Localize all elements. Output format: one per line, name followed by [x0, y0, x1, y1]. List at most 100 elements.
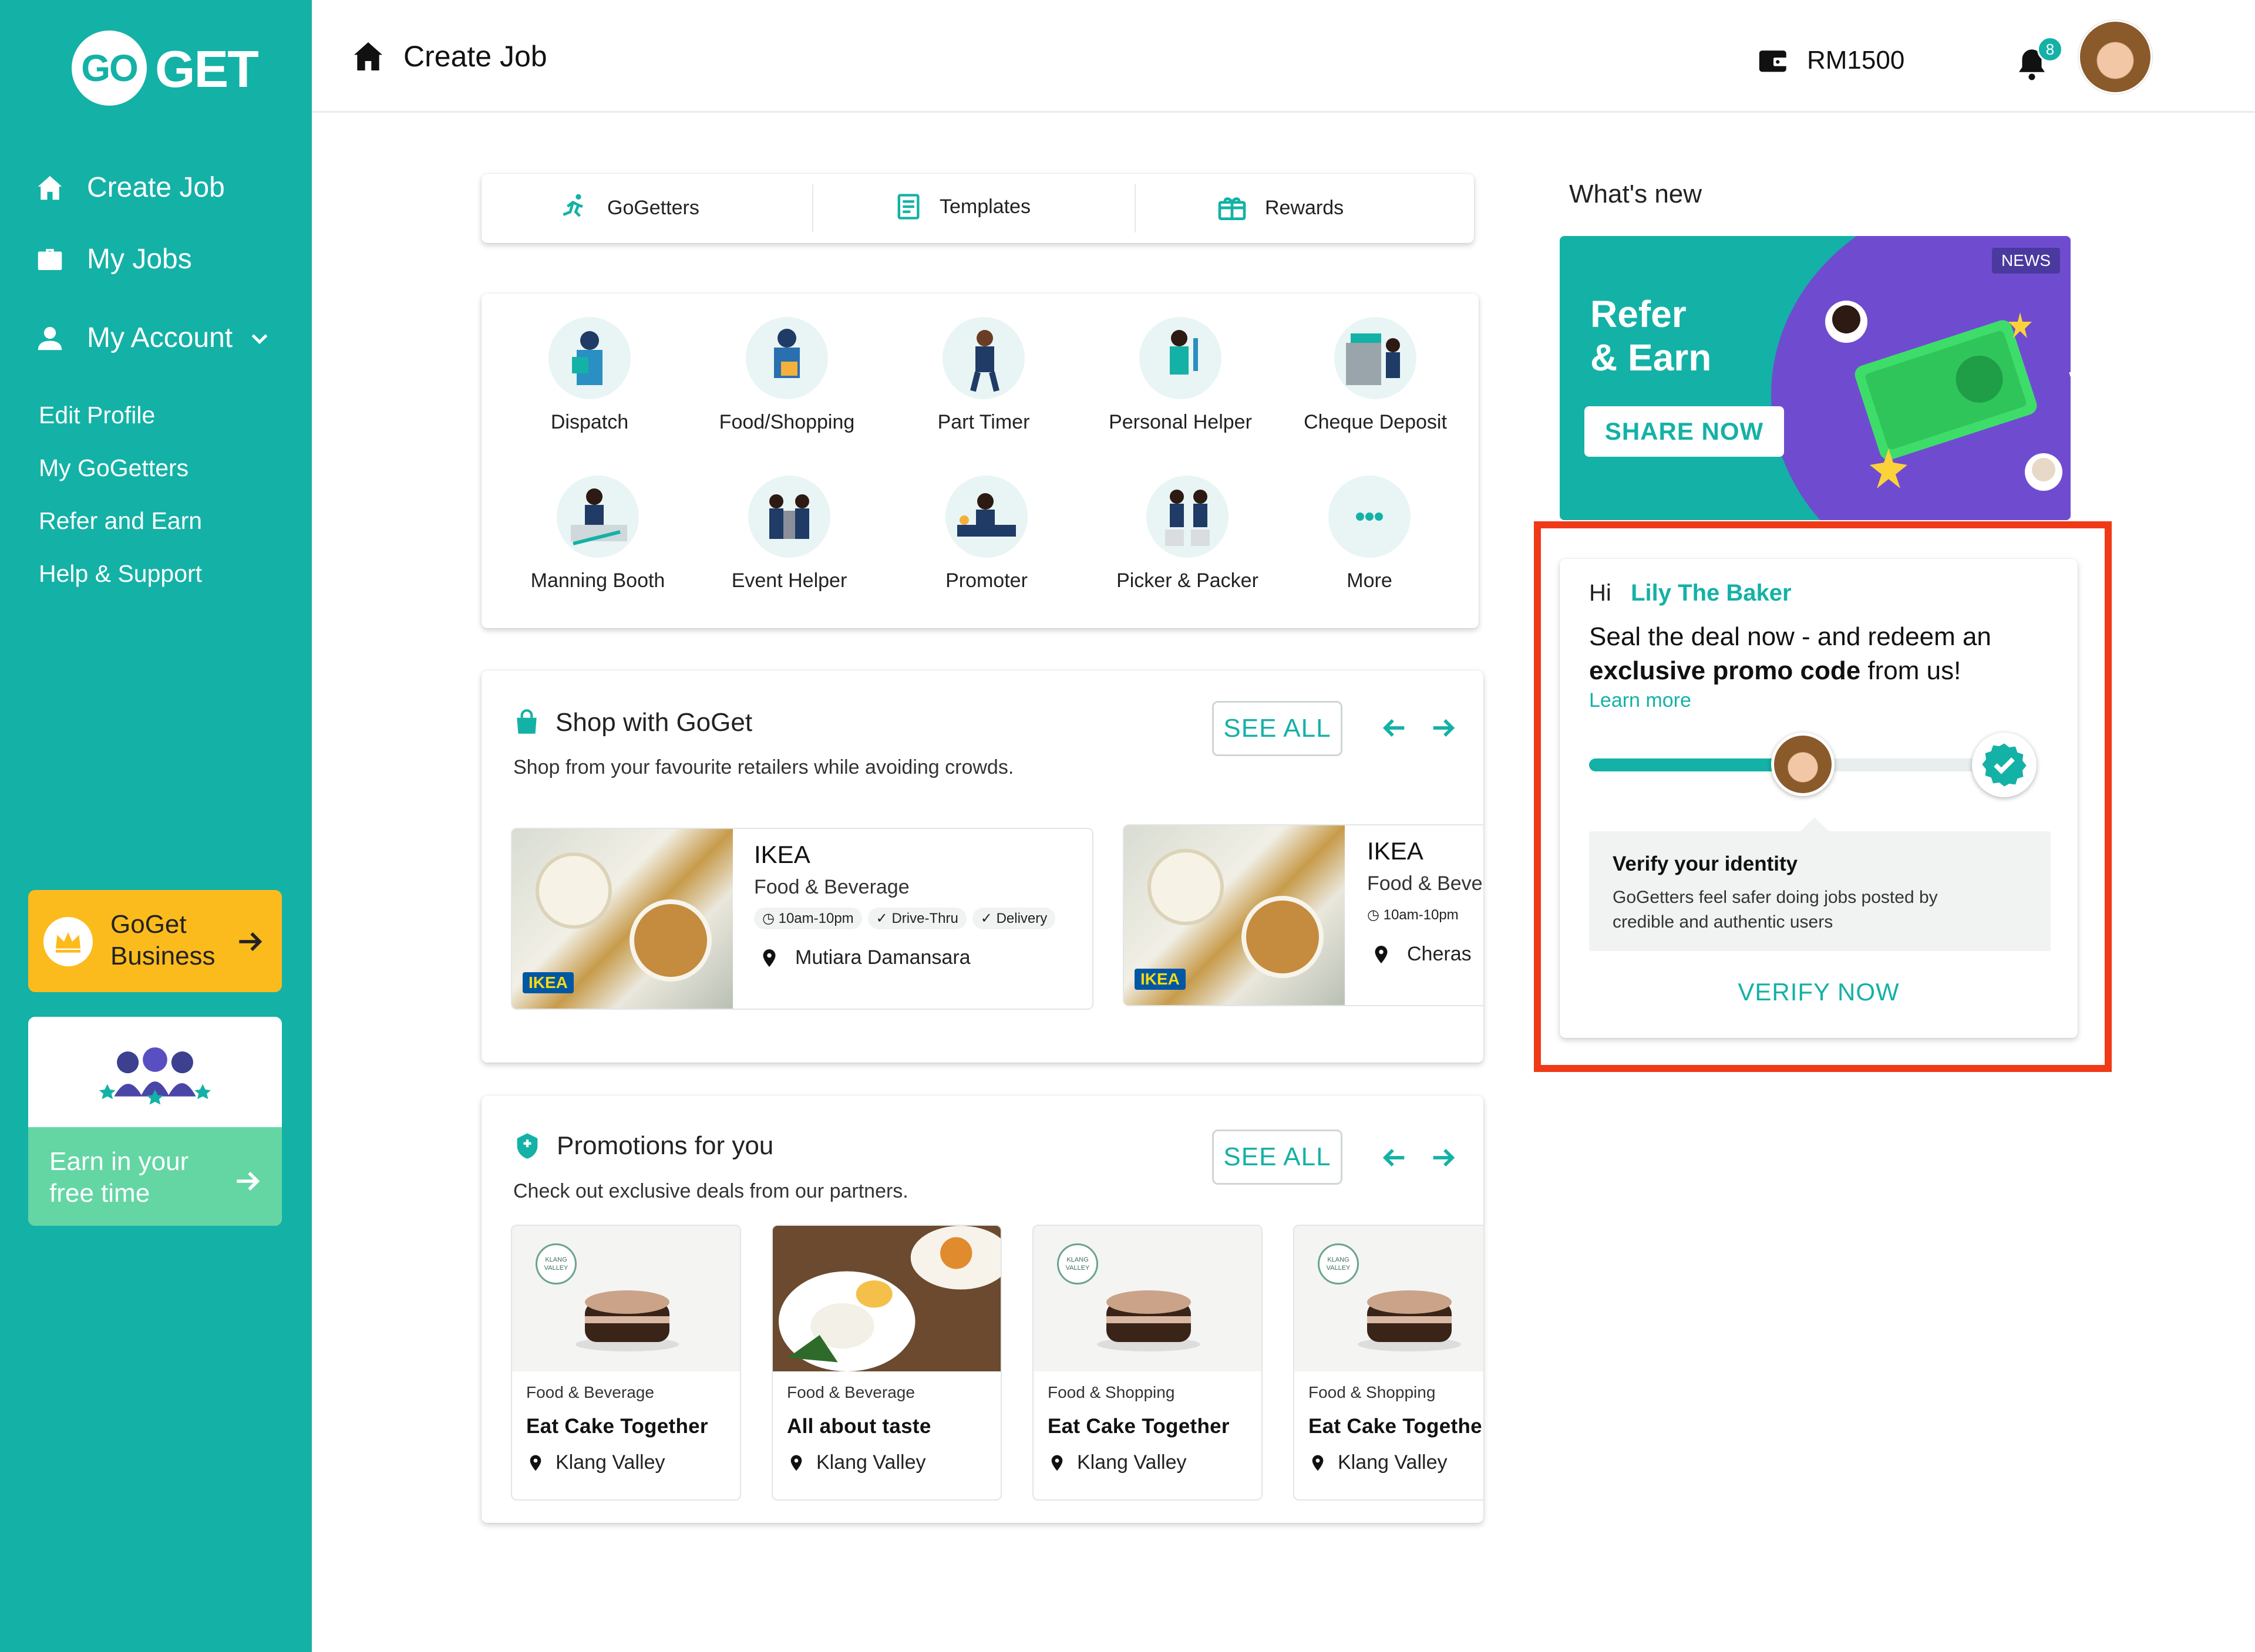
goget-logo[interactable]: GO GET [72, 31, 259, 106]
avatar[interactable] [2078, 20, 2152, 94]
sidebar-subitem-edit-profile[interactable]: Edit Profile [39, 402, 155, 429]
service-cheque-deposit[interactable]: Cheque Deposit [1281, 317, 1469, 434]
sidebar-item-create-job[interactable]: Create Job [34, 171, 225, 204]
earn-free-time-promo[interactable]: Earn in your free time [28, 1017, 282, 1226]
notification-bell[interactable]: 8 [2008, 36, 2066, 89]
earn-promo-text: Earn in your free time [49, 1147, 189, 1208]
promotion-location: Klang Valley [787, 1451, 926, 1474]
location-pin-icon [1375, 945, 1388, 963]
money-illustration [1825, 301, 2062, 491]
service-promoter[interactable]: Promoter [893, 476, 1081, 592]
crown-icon [43, 917, 93, 966]
store-name: IKEA [754, 841, 810, 868]
service-personal-helper[interactable]: Personal Helper [1086, 317, 1274, 434]
service-manning-booth[interactable]: Manning Booth [504, 476, 692, 592]
service-dispatch[interactable]: Dispatch [496, 317, 684, 434]
service-food-shopping[interactable]: Food/Shopping [693, 317, 881, 434]
store-name: IKEA [1367, 837, 1423, 865]
promotion-location: Klang Valley [526, 1451, 665, 1474]
user-icon [38, 326, 62, 350]
share-now-button[interactable]: SHARE NOW [1584, 406, 1784, 457]
promotion-title: All about taste [787, 1415, 931, 1438]
store-category: Food & Beverage [754, 876, 910, 898]
store-tags: ◷ 10am-10pm ✓ Drive-Thru ✓ Delivery [754, 908, 1061, 929]
sidebar-item-my-jobs[interactable]: My Jobs [34, 243, 192, 275]
business-promo-text: GoGet Business [110, 910, 216, 970]
part-timer-icon [943, 317, 1025, 399]
promotions-see-all-button[interactable]: SEE ALL [1212, 1130, 1342, 1185]
earn-promo-footer: Earn in your free time [28, 1127, 282, 1226]
shop-see-all-button[interactable]: SEE ALL [1212, 701, 1342, 756]
promotion-image [773, 1226, 1001, 1371]
picker-packer-icon [1146, 476, 1229, 558]
logo-get: GET [155, 40, 259, 98]
job-services: Dispatch Food/Shopping Part Timer Person… [482, 294, 1479, 628]
manning-booth-icon [557, 476, 639, 558]
cake-image [1358, 1290, 1461, 1351]
shop-store-card[interactable]: IKEA IKEA Food & Beve ◷ 10am-10pm Cheras [1123, 824, 1483, 1006]
service-event-helper[interactable]: Event Helper [695, 476, 883, 592]
sidebar-subitem-my-gogetters[interactable]: My GoGetters [39, 454, 189, 482]
sidebar-item-label: Create Job [87, 172, 225, 203]
gogetters-group-illustration [28, 1017, 282, 1127]
verify-now-button[interactable]: VERIFY NOW [1560, 978, 2078, 1006]
promotion-card[interactable]: KLANG VALLEY Food & Shopping Eat Cake To… [1032, 1225, 1263, 1501]
promotion-category: Food & Shopping [1308, 1383, 1436, 1401]
news-tag: NEWS [1992, 248, 2060, 274]
location-pin-icon [790, 1455, 802, 1471]
briefcase-icon [38, 248, 62, 270]
service-more[interactable]: More [1275, 476, 1463, 592]
store-tags: ◷ 10am-10pm [1367, 904, 1473, 926]
arrow-right-icon[interactable] [1428, 713, 1459, 743]
promotion-card[interactable]: KLANG VALLEY Food & Shopping Eat Cake To… [1293, 1225, 1483, 1501]
wallet-balance[interactable]: RM1500 [1756, 43, 1904, 77]
arrow-right-icon [237, 1172, 260, 1191]
sidebar-item-label: My Jobs [87, 244, 192, 275]
whats-new-heading: What's new [1569, 180, 1702, 208]
store-image: IKEA [512, 829, 733, 1009]
tab-rewards[interactable]: Rewards [1216, 191, 1344, 224]
store-location: Cheras [1371, 943, 1472, 966]
dispatch-icon [548, 317, 631, 399]
gift-icon [1218, 197, 1246, 220]
location-pin-icon [1051, 1455, 1063, 1471]
home-icon [354, 42, 382, 70]
promo-tag-icon [517, 1133, 538, 1159]
event-helper-icon [748, 476, 830, 558]
store-hours: ◷ 10am-10pm [1367, 904, 1467, 926]
sidebar-subitem-help-support[interactable]: Help & Support [39, 560, 202, 588]
tab-divider [812, 184, 813, 232]
promotion-card[interactable]: Food & Beverage All about taste Klang Va… [772, 1225, 1002, 1501]
promotion-image: KLANG VALLEY [1034, 1226, 1261, 1371]
user-name: Lily The Baker [1631, 580, 1792, 606]
promotion-card[interactable]: KLANG VALLEY Food & Beverage Eat Cake To… [511, 1225, 741, 1501]
service-part-timer[interactable]: Part Timer [890, 317, 1078, 434]
sidebar-item-my-account[interactable]: My Account [34, 322, 271, 354]
ikea-logo: IKEA [1135, 969, 1186, 990]
tag-delivery: ✓ Delivery [972, 908, 1056, 929]
verify-message: Seal the deal now - and redeem an exclus… [1589, 622, 1991, 685]
tab-templates[interactable]: Templates [893, 191, 1031, 222]
logo-go: GO [72, 31, 147, 106]
store-image: IKEA [1124, 825, 1345, 1005]
verify-info-box: Verify your identity GoGetters feel safe… [1589, 817, 2051, 951]
shop-store-card[interactable]: IKEA IKEA Food & Beverage ◷ 10am-10pm ✓ D… [511, 828, 1093, 1010]
promoter-icon [945, 476, 1028, 558]
food-shopping-icon [746, 317, 828, 399]
home-icon [38, 176, 62, 200]
verified-badge-icon [1972, 733, 2037, 797]
service-picker-packer[interactable]: Picker & Packer [1093, 476, 1281, 592]
store-location: Mutiara Damansara [759, 946, 971, 969]
refer-earn-banner[interactable]: NEWS Refer & Earn SHARE NOW RM [1560, 236, 2071, 520]
arrow-left-icon[interactable] [1379, 1142, 1409, 1173]
goget-business-promo[interactable]: GoGet Business [28, 890, 282, 992]
tab-gogetters[interactable]: GoGetters [558, 191, 699, 224]
promotion-location: Klang Valley [1308, 1451, 1448, 1474]
location-pin-icon [763, 949, 776, 967]
sidebar-subitem-refer-and-earn[interactable]: Refer and Earn [39, 507, 202, 535]
verify-info-text: GoGetters feel safer doing jobs posted b… [1613, 888, 1938, 932]
learn-more-link[interactable]: Learn more [1589, 689, 1691, 712]
arrow-left-icon[interactable] [1379, 713, 1409, 743]
arrow-right-icon[interactable] [1428, 1142, 1459, 1173]
promotion-category: Food & Beverage [787, 1383, 915, 1401]
